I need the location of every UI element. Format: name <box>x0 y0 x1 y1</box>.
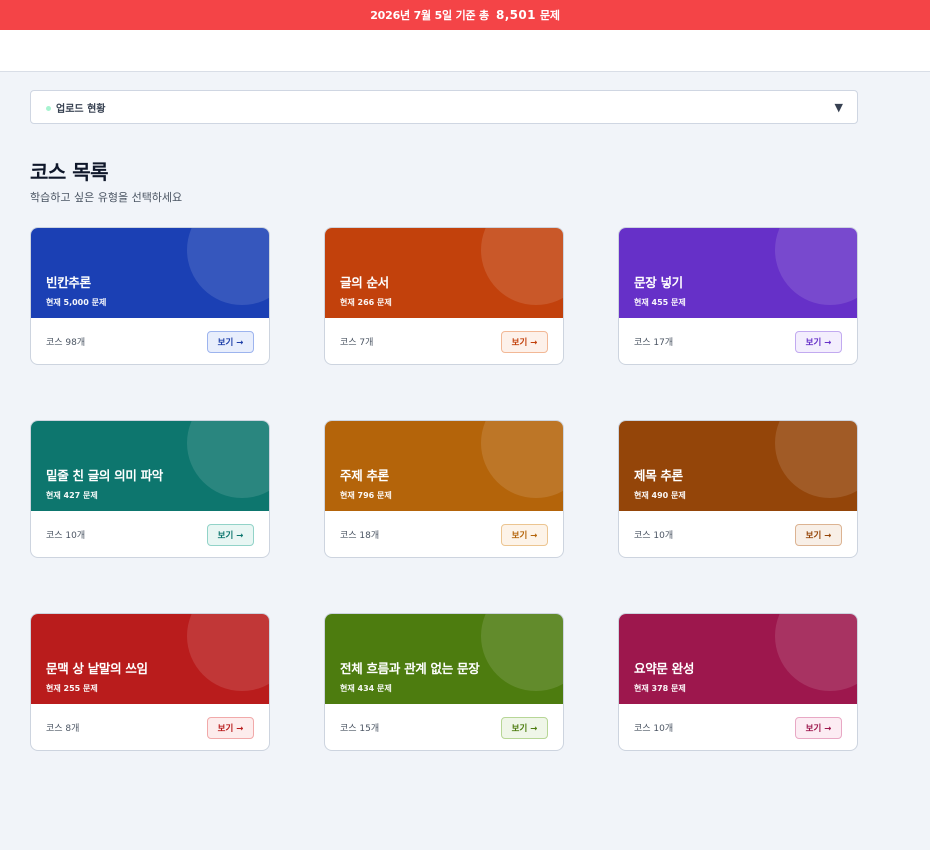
card-header: 문맥 상 낱말의 쓰임 현재 255 문제 <box>31 614 269 704</box>
question-count: 현재 796 문제 <box>340 491 392 500</box>
course-type-name: 문맥 상 낱말의 쓰임 <box>46 661 148 676</box>
card-footer: 코스 18개 보기 → <box>325 511 563 557</box>
question-count: 현재 427 문제 <box>46 491 98 500</box>
course-type-name: 요약문 완성 <box>634 661 695 676</box>
banner-text: 2026년 7월 5일 기준 총 <box>370 9 489 22</box>
decorative-circle <box>187 421 269 498</box>
course-count: 코스 7개 <box>340 338 374 348</box>
card-header: 빈칸추론 현재 5,000 문제 <box>31 228 269 318</box>
course-type-name: 문장 넣기 <box>634 275 683 290</box>
card-footer: 코스 10개 보기 → <box>619 704 857 750</box>
card-footer: 코스 15개 보기 → <box>325 704 563 750</box>
card-header: 요약문 완성 현재 378 문제 <box>619 614 857 704</box>
course-type-name: 빈칸추론 <box>46 275 91 290</box>
view-button[interactable]: 보기 → <box>501 716 548 739</box>
view-button[interactable]: 보기 → <box>207 330 254 353</box>
decorative-circle <box>775 421 857 498</box>
decorative-circle <box>481 421 563 498</box>
chevron-down-icon[interactable]: ▼ <box>835 101 843 114</box>
card-header: 밑줄 친 글의 의미 파악 현재 427 문제 <box>31 421 269 511</box>
course-card[interactable]: 전체 흐름과 관계 없는 문장 현재 434 문제 코스 15개 보기 → <box>324 613 564 751</box>
course-card[interactable]: 밑줄 친 글의 의미 파악 현재 427 문제 코스 10개 보기 → <box>30 420 270 558</box>
course-count: 코스 10개 <box>634 531 674 541</box>
course-card[interactable]: 문맥 상 낱말의 쓰임 현재 255 문제 코스 8개 보기 → <box>30 613 270 751</box>
question-count: 현재 255 문제 <box>46 684 98 693</box>
decorative-circle <box>481 228 563 305</box>
card-footer: 코스 8개 보기 → <box>31 704 269 750</box>
course-type-name: 전체 흐름과 관계 없는 문장 <box>340 661 480 676</box>
decorative-circle <box>775 228 857 305</box>
decorative-circle <box>187 614 269 691</box>
decorative-circle <box>187 228 269 305</box>
question-count: 현재 5,000 문제 <box>46 298 107 307</box>
course-card[interactable]: 글의 순서 현재 266 문제 코스 7개 보기 → <box>324 227 564 365</box>
card-footer: 코스 98개 보기 → <box>31 318 269 364</box>
question-count: 현재 490 문제 <box>634 491 686 500</box>
card-header: 주제 추론 현재 796 문제 <box>325 421 563 511</box>
course-type-name: 주제 추론 <box>340 468 389 483</box>
course-card[interactable]: 제목 추론 현재 490 문제 코스 10개 보기 → <box>618 420 858 558</box>
card-header: 제목 추론 현재 490 문제 <box>619 421 857 511</box>
course-type-name: 밑줄 친 글의 의미 파악 <box>46 468 164 483</box>
card-footer: 코스 10개 보기 → <box>31 511 269 557</box>
course-grid: 빈칸추론 현재 5,000 문제 코스 98개 보기 → 글의 순서 현재 26… <box>30 227 858 751</box>
status-dot-icon <box>46 105 51 111</box>
course-card[interactable]: 문장 넣기 현재 455 문제 코스 17개 보기 → <box>618 227 858 365</box>
course-count: 코스 98개 <box>46 338 86 348</box>
card-header: 글의 순서 현재 266 문제 <box>325 228 563 318</box>
course-card[interactable]: 요약문 완성 현재 378 문제 코스 10개 보기 → <box>618 613 858 751</box>
course-count: 코스 8개 <box>46 724 80 734</box>
top-nav-bar <box>0 30 930 72</box>
question-count: 현재 455 문제 <box>634 298 686 307</box>
card-footer: 코스 7개 보기 → <box>325 318 563 364</box>
question-count: 현재 378 문제 <box>634 684 686 693</box>
page-subtitle: 학습하고 싶은 유형을 선택하세요 <box>30 191 183 204</box>
card-header: 문장 넣기 현재 455 문제 <box>619 228 857 318</box>
view-button[interactable]: 보기 → <box>795 716 842 739</box>
view-button[interactable]: 보기 → <box>795 523 842 546</box>
question-count: 현재 434 문제 <box>340 684 392 693</box>
view-button[interactable]: 보기 → <box>207 523 254 546</box>
decorative-circle <box>481 614 563 691</box>
course-count: 코스 10개 <box>46 531 86 541</box>
upload-status-dropdown[interactable]: 업로드 현황 ▼ <box>30 90 858 124</box>
view-button[interactable]: 보기 → <box>501 523 548 546</box>
banner-suffix: 문제 <box>539 9 560 22</box>
course-card[interactable]: 빈칸추론 현재 5,000 문제 코스 98개 보기 → <box>30 227 270 365</box>
page-title: 코스 목록 <box>30 160 109 184</box>
decorative-circle <box>775 614 857 691</box>
banner-count: 8,501 <box>495 8 536 22</box>
card-footer: 코스 17개 보기 → <box>619 318 857 364</box>
course-count: 코스 17개 <box>634 338 674 348</box>
card-header: 전체 흐름과 관계 없는 문장 현재 434 문제 <box>325 614 563 704</box>
question-count: 현재 266 문제 <box>340 298 392 307</box>
course-type-name: 제목 추론 <box>634 468 683 483</box>
course-count: 코스 18개 <box>340 531 380 541</box>
course-count: 코스 15개 <box>340 724 380 734</box>
view-button[interactable]: 보기 → <box>207 716 254 739</box>
upload-status-label: 업로드 현황 <box>56 103 106 115</box>
announcement-banner: 2026년 7월 5일 기준 총 8,501 문제 <box>0 0 930 30</box>
card-footer: 코스 10개 보기 → <box>619 511 857 557</box>
course-count: 코스 10개 <box>634 724 674 734</box>
view-button[interactable]: 보기 → <box>795 330 842 353</box>
course-card[interactable]: 주제 추론 현재 796 문제 코스 18개 보기 → <box>324 420 564 558</box>
view-button[interactable]: 보기 → <box>501 330 548 353</box>
course-type-name: 글의 순서 <box>340 275 389 290</box>
